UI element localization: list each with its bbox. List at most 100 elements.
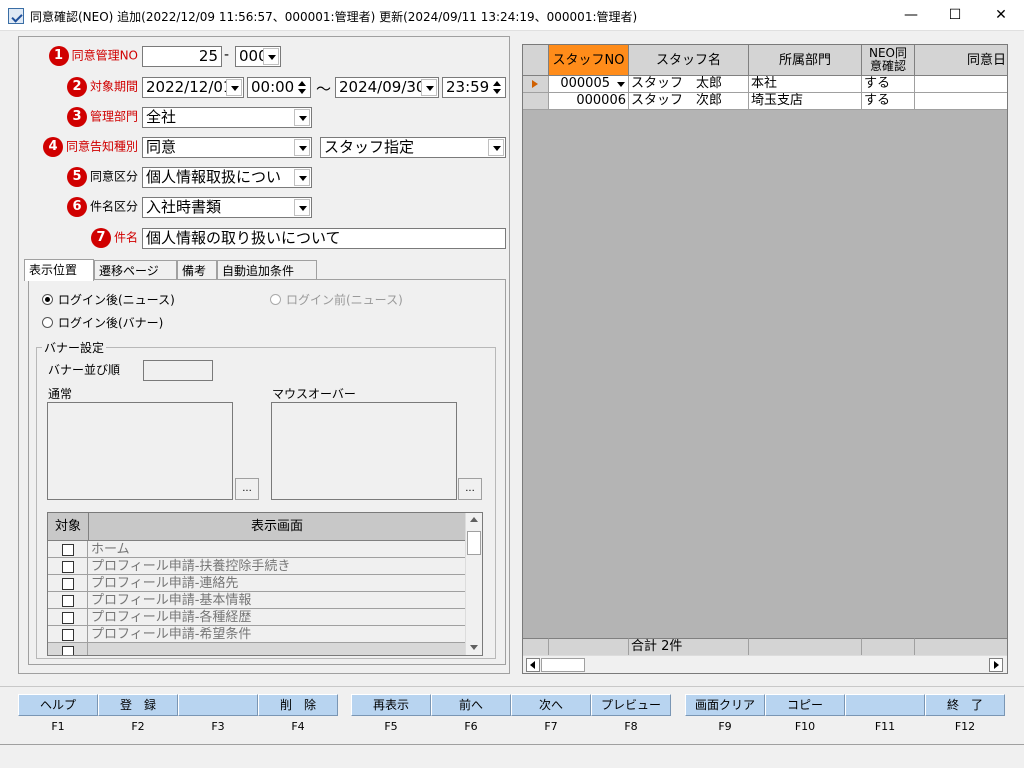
maximize-button[interactable]: ☐: [932, 0, 978, 31]
tab-display-position[interactable]: 表示位置: [24, 259, 94, 281]
consent-sub-select[interactable]: 000: [235, 46, 281, 67]
row-header-corner: [523, 45, 549, 76]
subject-input[interactable]: 個人情報の取り扱いについて: [142, 228, 506, 249]
tab-transition-page[interactable]: 遷移ページ: [94, 260, 177, 280]
tab-remarks[interactable]: 備考: [177, 260, 217, 280]
scroll-thumb[interactable]: [541, 658, 585, 672]
row-text: プロフィール申請-各種経歴: [91, 610, 252, 625]
department-cell[interactable]: 埼玉支店: [749, 93, 862, 110]
chevron-down-icon[interactable]: [294, 139, 310, 156]
time-from-input[interactable]: 00:00: [247, 77, 311, 98]
tab-auto-add-conditions[interactable]: 自動追加条件: [217, 260, 317, 280]
calendar-dropdown-icon[interactable]: [421, 79, 437, 96]
checkbox[interactable]: [48, 541, 88, 558]
checkbox[interactable]: [48, 643, 88, 655]
copy-button[interactable]: コピー: [765, 694, 845, 716]
column-header-screen[interactable]: 表示画面: [89, 513, 466, 541]
register-button[interactable]: 登 録: [98, 694, 178, 716]
chevron-down-icon[interactable]: [263, 48, 279, 65]
consent-date-cell[interactable]: [915, 93, 1007, 110]
column-header-consent-date[interactable]: 同意日: [915, 45, 1007, 76]
column-header-target[interactable]: 対象: [48, 513, 89, 541]
f11-button[interactable]: [845, 694, 925, 716]
spin-down-icon[interactable]: [490, 88, 504, 96]
date-from-picker[interactable]: 2022/12/01: [142, 77, 244, 98]
f6-key-label: F6: [464, 720, 478, 733]
time-value: 23:59: [446, 78, 490, 96]
column-header-neo-consent[interactable]: NEO同 意確認: [862, 45, 915, 76]
normal-browse-button[interactable]: ...: [235, 478, 259, 500]
spin-up-icon[interactable]: [490, 79, 504, 87]
department-select[interactable]: 全社: [142, 107, 312, 128]
vertical-scrollbar[interactable]: [465, 513, 482, 655]
help-button[interactable]: ヘルプ: [18, 694, 98, 716]
neo-consent-cell[interactable]: する: [862, 76, 915, 93]
calendar-dropdown-icon[interactable]: [226, 79, 242, 96]
consent-category-select[interactable]: 個人情報取扱につい: [142, 167, 312, 188]
table-row[interactable]: プロフィール申請-扶養控除手続き: [48, 558, 466, 575]
preview-button[interactable]: プレビュー: [591, 694, 671, 716]
scroll-left-button[interactable]: [526, 658, 540, 672]
staff-no-cell[interactable]: 000006: [549, 93, 629, 110]
checkbox[interactable]: [48, 609, 88, 626]
consent-date-cell[interactable]: [915, 76, 1007, 93]
close-button[interactable]: ✕: [978, 0, 1024, 31]
scroll-up-icon[interactable]: [470, 517, 478, 522]
staff-no-cell[interactable]: 000005: [549, 76, 629, 93]
spin-down-icon[interactable]: [295, 88, 309, 96]
number-badge: 1: [48, 46, 69, 66]
refresh-button[interactable]: 再表示: [351, 694, 431, 716]
checkbox[interactable]: [48, 626, 88, 643]
f3-button[interactable]: [178, 694, 258, 716]
target-type-select[interactable]: スタッフ指定: [320, 137, 506, 158]
next-button[interactable]: 次へ: [511, 694, 591, 716]
table-row[interactable]: プロフィール申請-連絡先: [48, 575, 466, 592]
mouseover-browse-button[interactable]: ...: [458, 478, 482, 500]
checkbox[interactable]: [48, 575, 88, 592]
scroll-down-icon[interactable]: [470, 645, 478, 650]
scroll-thumb[interactable]: [467, 531, 481, 555]
row-selector[interactable]: [523, 93, 549, 110]
column-header-staff-name[interactable]: スタッフ名: [629, 45, 749, 76]
staff-name-cell[interactable]: スタッフ 太郎: [629, 76, 749, 93]
chevron-down-icon[interactable]: [294, 109, 310, 126]
staff-name-cell[interactable]: スタッフ 次郎: [629, 93, 749, 110]
table-row[interactable]: プロフィール申請-各種経歴: [48, 609, 466, 626]
spin-up-icon[interactable]: [295, 79, 309, 87]
column-header-staff-no[interactable]: スタッフNO: [549, 45, 629, 76]
column-header-department[interactable]: 所属部門: [749, 45, 862, 76]
f9-key-label: F9: [718, 720, 732, 733]
chevron-down-icon[interactable]: [488, 139, 504, 156]
clear-screen-button[interactable]: 画面クリア: [685, 694, 765, 716]
scroll-right-button[interactable]: [989, 658, 1003, 672]
radio-after-login-banner[interactable]: ログイン後(バナー): [42, 314, 163, 331]
table-row[interactable]: プロフィール申請-基本情報: [48, 592, 466, 609]
row-selector-current[interactable]: [523, 76, 549, 93]
checkbox[interactable]: [48, 592, 88, 609]
horizontal-scrollbar[interactable]: [523, 655, 1007, 673]
neo-consent-cell[interactable]: する: [862, 93, 915, 110]
exit-button[interactable]: 終 了: [925, 694, 1005, 716]
subject-category-select[interactable]: 入社時書類: [142, 197, 312, 218]
time-to-input[interactable]: 23:59: [442, 77, 506, 98]
spinner[interactable]: [490, 79, 504, 96]
table-row[interactable]: プロフィール申請-希望条件: [48, 626, 466, 643]
chevron-down-icon[interactable]: [294, 199, 310, 216]
chevron-down-icon[interactable]: [294, 169, 310, 186]
banner-order-input[interactable]: [143, 360, 213, 381]
checkbox[interactable]: [48, 558, 88, 575]
current-row-arrow-icon: [532, 80, 538, 88]
date-to-picker[interactable]: 2024/09/30: [335, 77, 439, 98]
department-cell[interactable]: 本社: [749, 76, 862, 93]
mouseover-image-box: [271, 402, 457, 500]
radio-after-login-news[interactable]: ログイン後(ニュース): [42, 291, 175, 308]
table-row[interactable]: ホーム: [48, 541, 466, 558]
spinner[interactable]: [295, 79, 309, 96]
consent-no-input[interactable]: 25: [142, 46, 222, 67]
delete-button[interactable]: 削 除: [258, 694, 338, 716]
chevron-down-icon[interactable]: [617, 82, 625, 87]
previous-button[interactable]: 前へ: [431, 694, 511, 716]
notice-type-select[interactable]: 同意: [142, 137, 312, 158]
table-row[interactable]: [48, 643, 466, 655]
minimize-button[interactable]: —: [888, 0, 934, 31]
